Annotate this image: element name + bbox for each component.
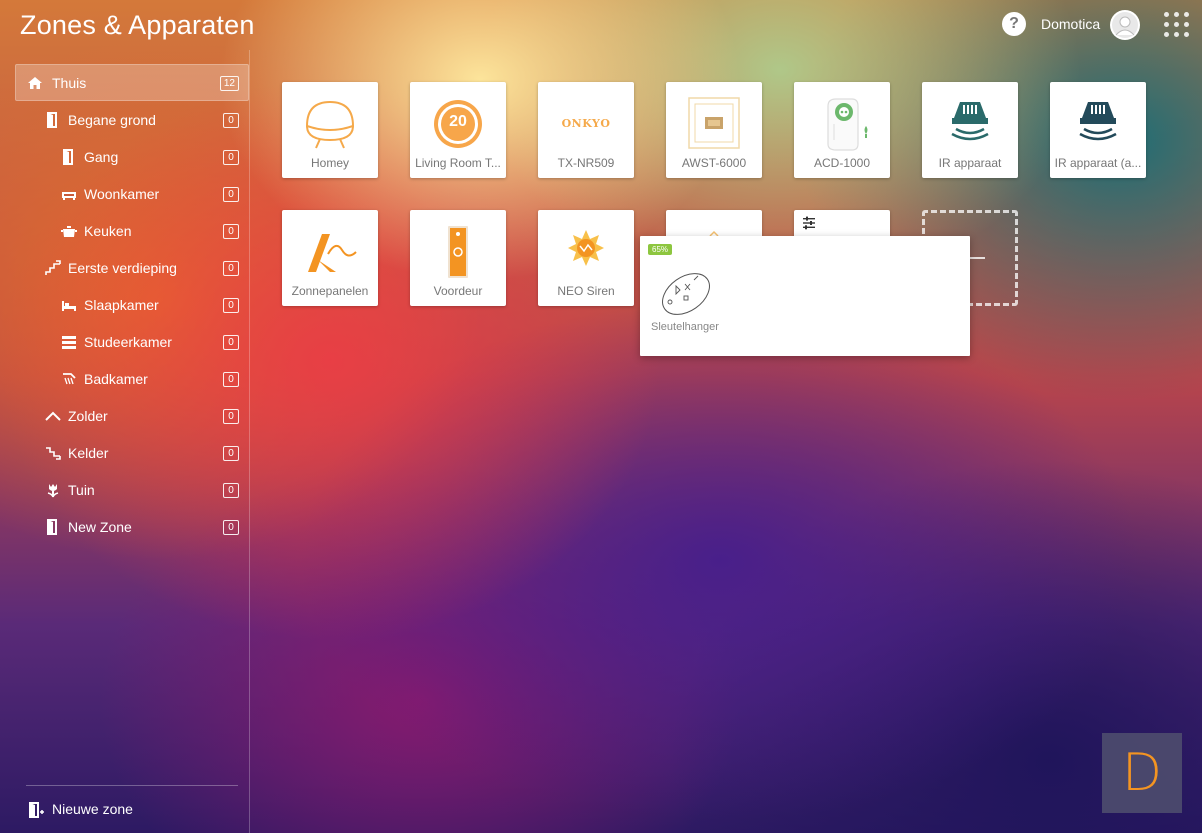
avatar[interactable] [1110, 10, 1140, 40]
sliders-settings-icon[interactable] [802, 216, 816, 230]
zone-label: Tuin [68, 482, 95, 498]
bed-icon [62, 301, 76, 311]
zone-item-kelder[interactable]: Kelder 0 [15, 434, 249, 471]
device-label: Voordeur [433, 284, 483, 298]
page-title: Zones & Apparaten [20, 10, 255, 40]
zone-item-slaapkamer[interactable]: Slaapkamer 0 [15, 286, 249, 323]
zone-count-badge: 0 [223, 224, 239, 239]
cooking-pot-icon [61, 226, 77, 237]
siren-icon [568, 230, 604, 266]
zone-label: Zolder [68, 408, 108, 424]
sidebar-divider [26, 785, 238, 786]
zone-item-thuis[interactable]: Thuis 12 [15, 64, 249, 101]
zones-sidebar: Thuis 12 Begane grond 0 Gang 0 Woonkamer… [0, 50, 250, 833]
device-label: TX-NR509 [557, 156, 615, 170]
zone-item-keuken[interactable]: Keuken 0 [15, 212, 249, 249]
zone-label: Kelder [68, 445, 109, 461]
zone-count-badge: 0 [223, 335, 239, 350]
device-label: Homey [310, 156, 349, 170]
new-zone-label: Nieuwe zone [52, 801, 133, 817]
device-tile-neo-siren[interactable]: NEO Siren [538, 210, 634, 306]
apps-grid-icon[interactable] [1164, 12, 1190, 38]
doorbell-icon [448, 226, 468, 278]
brand-logo: D [1102, 733, 1182, 813]
username[interactable]: Domotica [1041, 16, 1100, 32]
zone-count-badge: 0 [223, 298, 239, 313]
zone-count-badge: 0 [223, 187, 239, 202]
device-label: NEO Siren [557, 284, 615, 298]
zone-label: Keuken [84, 223, 132, 239]
door-icon [63, 149, 73, 165]
device-label: Zonnepanelen [291, 284, 369, 298]
battery-badge: 65% [648, 244, 673, 255]
zone-label: Thuis [52, 75, 87, 91]
door-icon [47, 112, 57, 128]
device-label: Living Room T... [415, 156, 501, 170]
zone-item-badkamer[interactable]: Badkamer 0 [15, 360, 249, 397]
thermostat-value: 20 [449, 113, 467, 130]
solar-icon [308, 234, 357, 272]
door-icon [47, 519, 57, 535]
device-label: IR apparaat (a... [1054, 156, 1142, 170]
zone-item-eerste-verdieping[interactable]: Eerste verdieping 0 [15, 249, 249, 286]
ir-blaster-icon [1079, 102, 1117, 141]
zone-count-badge: 0 [223, 150, 239, 165]
wall-switch-icon [688, 97, 740, 149]
device-tile-voordeur[interactable]: Voordeur [410, 210, 506, 306]
stairs-icon [45, 260, 61, 275]
device-tile-awst-6000[interactable]: AWST-6000 [666, 82, 762, 178]
zone-item-begane-grond[interactable]: Begane grond 0 [15, 101, 249, 138]
device-tile-zonnepanelen[interactable]: Zonnepanelen [282, 210, 378, 306]
stairs-down-icon [46, 447, 61, 460]
zone-label: Begane grond [68, 112, 156, 128]
roof-icon [45, 411, 61, 421]
zone-item-new-zone[interactable]: New Zone 0 [15, 508, 249, 545]
desk-icon [62, 336, 76, 349]
popup-device-label: Sleutelhanger [651, 321, 719, 333]
ir-blaster-icon [951, 102, 989, 141]
device-tile-acd-1000[interactable]: ACD-1000 [794, 82, 890, 178]
zone-count-badge: 0 [223, 372, 239, 387]
zone-label: Badkamer [84, 371, 148, 387]
home-icon [28, 77, 42, 89]
zone-count-badge: 0 [223, 520, 239, 535]
help-button[interactable]: ? [1002, 12, 1026, 36]
zone-label: Eerste verdieping [68, 260, 177, 276]
device-label: ACD-1000 [813, 156, 871, 170]
zone-label: Slaapkamer [84, 297, 159, 313]
zone-label: Gang [84, 149, 119, 165]
device-tile-tx-nr509[interactable]: ONKYO TX-NR509 [538, 82, 634, 178]
homey-icon [305, 100, 355, 149]
plug-dimmer-icon [827, 98, 868, 151]
user-icon [1112, 12, 1138, 38]
onkyo-logo-icon: ONKYO [561, 117, 611, 130]
door-add-icon [29, 802, 44, 818]
device-label: AWST-6000 [681, 156, 747, 170]
top-bar: Zones & Apparaten ? Domotica [0, 0, 1202, 50]
zone-label: Studeerkamer [84, 334, 172, 350]
zone-label: New Zone [68, 519, 132, 535]
zone-count-badge: 0 [223, 483, 239, 498]
keyfob-icon [662, 273, 710, 315]
device-label: IR apparaat [938, 156, 1002, 170]
device-tile-ir-apparaat[interactable]: IR apparaat [922, 82, 1018, 178]
zone-count-badge: 0 [223, 409, 239, 424]
zone-count-badge: 0 [223, 261, 239, 276]
zone-item-studeerkamer[interactable]: Studeerkamer 0 [15, 323, 249, 360]
device-tile-homey[interactable]: Homey [282, 82, 378, 178]
device-tile-living-room-thermostat[interactable]: 20 Living Room T... [410, 82, 506, 178]
zone-count-badge: 12 [219, 76, 239, 91]
zone-item-gang[interactable]: Gang 0 [15, 138, 249, 175]
shower-icon [63, 373, 76, 385]
zone-count-badge: 0 [223, 113, 239, 128]
tulip-icon [47, 484, 59, 498]
sofa-icon [62, 192, 76, 200]
zone-item-zolder[interactable]: Zolder 0 [15, 397, 249, 434]
zone-item-woonkamer[interactable]: Woonkamer 0 [15, 175, 249, 212]
device-popup-sleutelhanger[interactable]: 65% Sleutelhanger [640, 236, 970, 356]
zone-label: Woonkamer [84, 186, 160, 202]
zone-item-tuin[interactable]: Tuin 0 [15, 471, 249, 508]
device-tile-ir-apparaat-a[interactable]: IR apparaat (a... [1050, 82, 1146, 178]
zone-count-badge: 0 [223, 446, 239, 461]
